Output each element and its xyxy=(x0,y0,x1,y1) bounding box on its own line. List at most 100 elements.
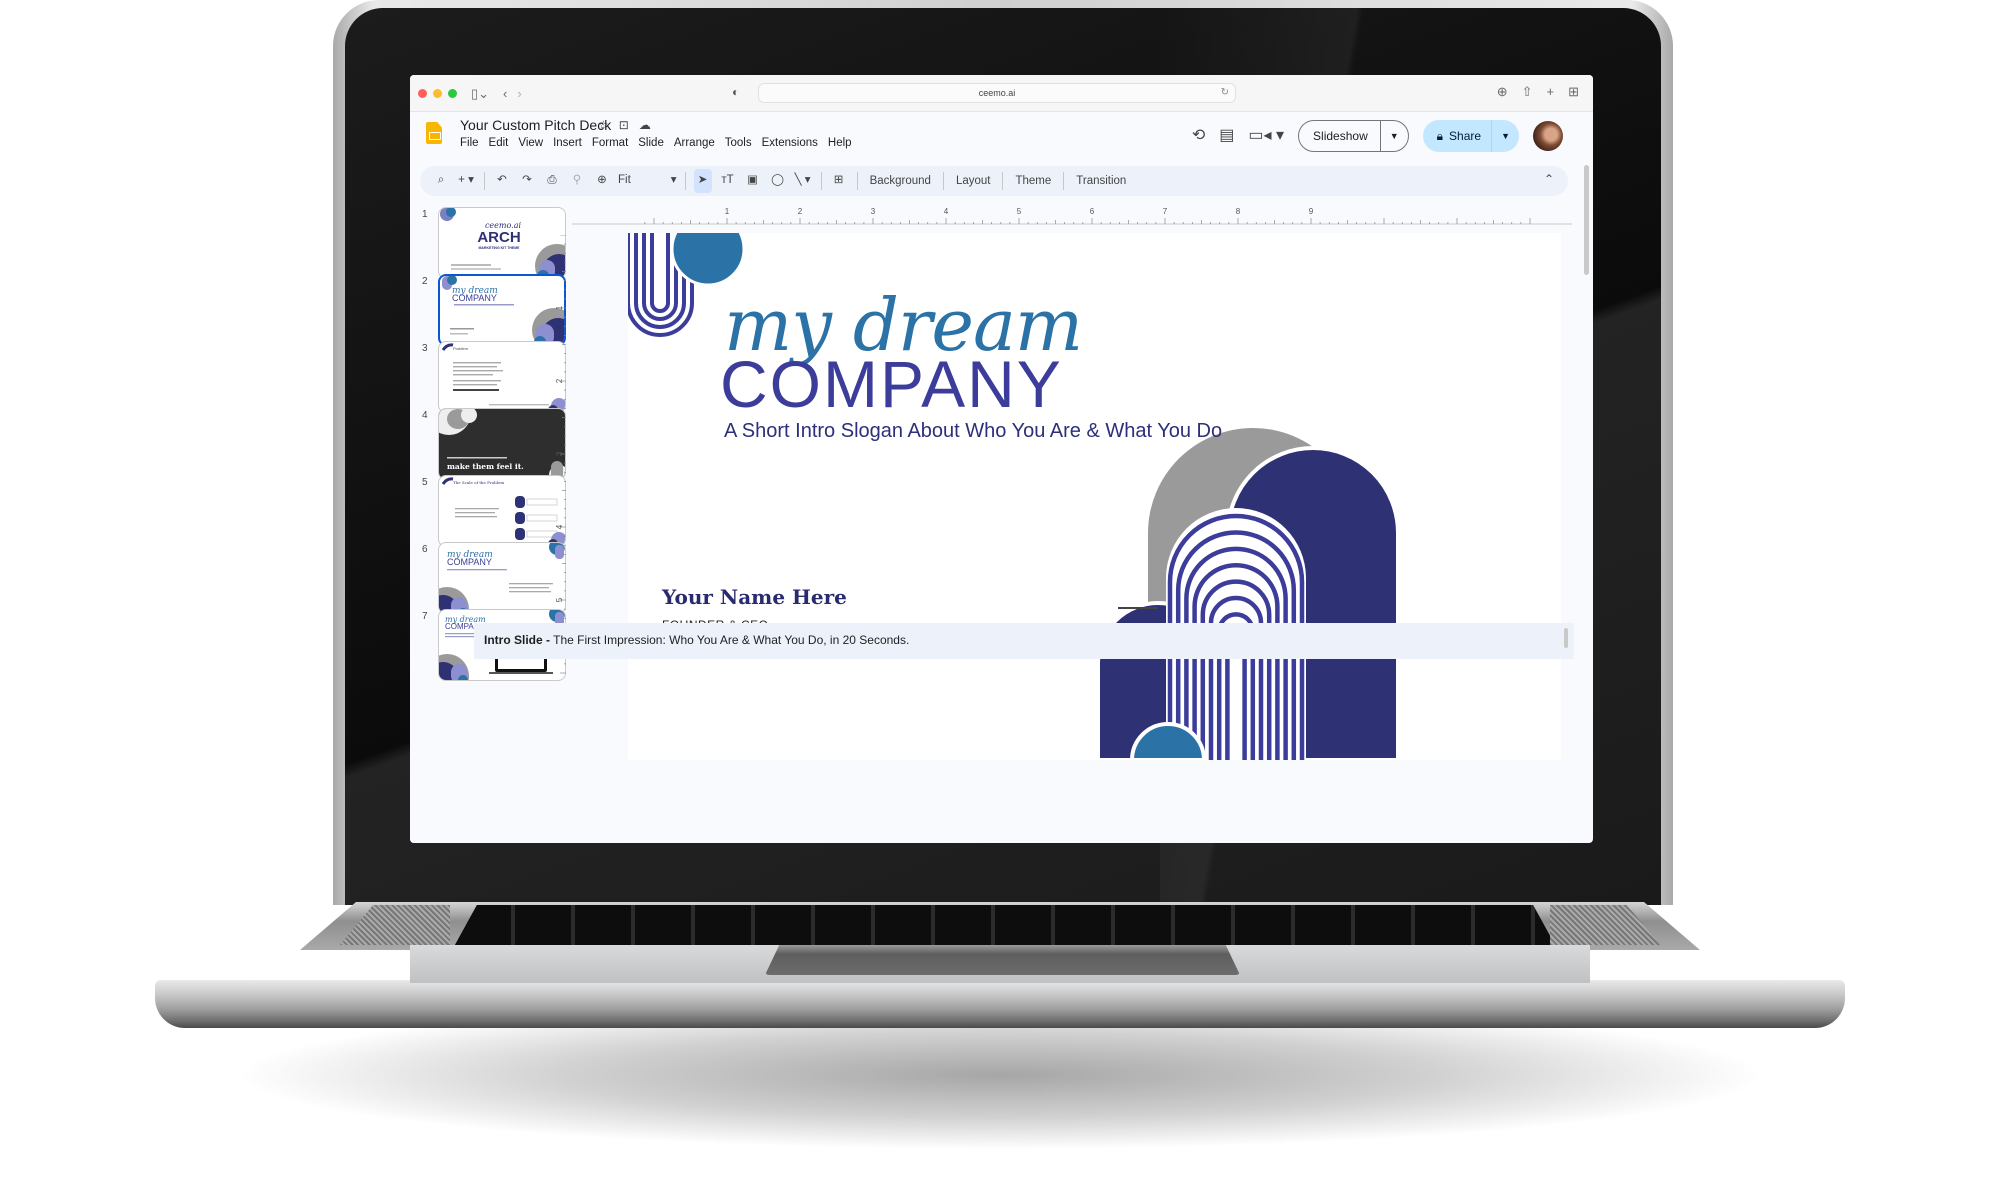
browser-toolbar: ▯⌄ ‹ › ◐ ceemo.ai ↻ ⊕ ⇧ + ⊞ xyxy=(410,75,1593,112)
zoom-value: Fit xyxy=(618,174,631,187)
toolbar-divider xyxy=(942,172,944,190)
notes-scrollbar[interactable] xyxy=(1564,628,1568,648)
comments-icon[interactable]: ▤ xyxy=(1219,128,1234,144)
ruler-label: 6 xyxy=(1090,207,1095,216)
menu-tools[interactable]: Tools xyxy=(725,137,752,149)
downloads-icon[interactable]: ⊕ xyxy=(1497,84,1508,100)
print-icon[interactable]: ⎙ xyxy=(543,169,561,193)
star-icon[interactable]: ☆ xyxy=(598,118,609,132)
add-comment-icon[interactable]: ⊞ xyxy=(830,169,848,193)
speaker-notes[interactable]: Intro Slide - The First Impression: Who … xyxy=(474,623,1574,659)
shape-icon[interactable]: ◯ xyxy=(769,169,787,193)
menu-view[interactable]: View xyxy=(518,137,543,149)
select-tool-icon[interactable]: ➤ xyxy=(693,169,712,193)
ruler-label: 5 xyxy=(555,597,564,602)
version-history-icon[interactable]: ⟲ xyxy=(1192,128,1205,144)
menu-format[interactable]: Format xyxy=(592,137,628,149)
cloud-saved-icon[interactable]: ☁ xyxy=(639,118,651,132)
share-page-icon[interactable]: ⇧ xyxy=(1522,84,1533,100)
share-dropdown-icon[interactable]: ▼ xyxy=(1492,131,1519,141)
presenter-name[interactable]: Your Name Here xyxy=(662,585,847,609)
slide-thumbnail[interactable]: Problem xyxy=(438,341,566,413)
meet-camera-icon[interactable]: ▭◂ ▾ xyxy=(1248,128,1284,144)
line-icon[interactable]: ╲ ▾ xyxy=(794,169,812,193)
slide-title-caps[interactable]: COMPANY xyxy=(720,346,1063,422)
ruler-label: 4 xyxy=(944,207,949,216)
slide-number: 5 xyxy=(422,477,428,488)
window-controls xyxy=(418,88,457,98)
slide-thumbnail-active[interactable]: my dream COMPANY xyxy=(438,274,566,346)
slide-slogan[interactable]: A Short Intro Slogan About Who You Are &… xyxy=(724,420,1222,443)
menu-insert[interactable]: Insert xyxy=(553,137,582,149)
app-header: Your Custom Pitch Deck ☆ ⊡ ☁ File Edit V… xyxy=(410,113,1593,159)
tab-overview-icon[interactable]: ⊞ xyxy=(1568,84,1579,100)
ruler-label: 5 xyxy=(1017,207,1022,216)
filmstrip-item[interactable]: 6 my dream COMPANY xyxy=(422,542,566,614)
address-bar[interactable]: ceemo.ai ↻ xyxy=(758,83,1236,103)
laptop-mockup-scene: ▯⌄ ‹ › ◐ ceemo.ai ↻ ⊕ ⇧ + ⊞ Your Custom … xyxy=(0,0,2000,1183)
background-button[interactable]: Background xyxy=(870,175,931,187)
filmstrip-item[interactable]: 3 Problem xyxy=(422,341,566,413)
slide-thumbnail[interactable]: ceemo.ai ARCH MARKETING KIT THEME xyxy=(438,207,566,279)
menu-slide[interactable]: Slide xyxy=(638,137,664,149)
menu-extensions[interactable]: Extensions xyxy=(762,137,818,149)
menu-file[interactable]: File xyxy=(460,137,479,149)
layout-button[interactable]: Layout xyxy=(956,175,991,187)
user-avatar[interactable] xyxy=(1533,121,1563,151)
text-box-icon[interactable]: ᴛT xyxy=(719,169,737,193)
slide-thumbnail[interactable]: my dream COMPANY xyxy=(438,542,566,614)
zoom-select[interactable]: Fit ▾ xyxy=(618,169,677,193)
bottom-right-arch-decoration xyxy=(1096,428,1400,760)
slides-logo-icon[interactable] xyxy=(426,122,442,144)
redo-icon[interactable]: ↷ xyxy=(518,169,536,193)
filmstrip-item[interactable]: 1 ceemo.ai ARCH MARKETING KIT THEME xyxy=(422,207,566,279)
ruler-label: 3 xyxy=(555,451,564,456)
slide-thumbnail[interactable]: make them feel it. xyxy=(438,408,566,480)
notes-text: The First Impression: Who You Are & What… xyxy=(550,633,910,647)
slide-thumbnail[interactable]: The Scale of the Problem xyxy=(438,475,566,547)
zoom-dropdown-icon: ▾ xyxy=(670,174,677,187)
menu-arrange[interactable]: Arrange xyxy=(674,137,715,149)
slideshow-label[interactable]: Slideshow xyxy=(1299,121,1381,151)
close-window-button[interactable] xyxy=(418,88,427,98)
svg-text:COMPANY: COMPANY xyxy=(447,557,492,567)
document-title[interactable]: Your Custom Pitch Deck xyxy=(460,117,611,133)
page-scrollbar[interactable] xyxy=(1584,165,1589,275)
filmstrip-item[interactable]: 5 The Scale of the Problem xyxy=(422,475,566,547)
insert-image-icon[interactable]: ▣ xyxy=(744,169,762,193)
menu-edit[interactable]: Edit xyxy=(489,137,509,149)
zoom-window-button[interactable] xyxy=(448,88,457,98)
move-folder-icon[interactable]: ⊡ xyxy=(619,118,629,132)
search-menus-icon[interactable]: ⌕ xyxy=(432,169,450,193)
slide-number: 4 xyxy=(422,410,428,421)
notes-resize-handle[interactable] xyxy=(1118,607,1158,609)
toolbar-divider xyxy=(856,172,858,190)
thumb-title: make them feel it. xyxy=(447,462,524,471)
reload-icon[interactable]: ↻ xyxy=(1221,84,1229,102)
theme-button[interactable]: Theme xyxy=(1015,175,1051,187)
transition-button[interactable]: Transition xyxy=(1076,175,1126,187)
paint-format-icon[interactable]: ⚲ xyxy=(568,169,586,193)
back-icon[interactable]: ‹ xyxy=(503,87,507,100)
filmstrip-item[interactable]: 4 make them feel it. xyxy=(422,408,566,480)
sidebar-toggle-icon[interactable]: ▯⌄ xyxy=(471,87,489,100)
url-text: ceemo.ai xyxy=(978,88,1016,98)
privacy-shield-icon[interactable]: ◐ xyxy=(732,85,739,99)
slideshow-dropdown-icon[interactable]: ▼ xyxy=(1381,131,1408,141)
forward-icon[interactable]: › xyxy=(517,87,521,100)
toolbar-divider xyxy=(820,172,822,190)
undo-icon[interactable]: ↶ xyxy=(493,169,511,193)
ruler-label: 4 xyxy=(555,524,564,529)
share-main[interactable]: 🔒︎ Share xyxy=(1423,120,1493,152)
share-button[interactable]: 🔒︎ Share ▼ xyxy=(1422,120,1519,152)
filmstrip-item[interactable]: 2 my dream COMPANY xyxy=(422,274,566,346)
horizontal-ruler[interactable]: 1 2 3 4 5 6 7 8 9 xyxy=(572,200,1572,230)
menu-help[interactable]: Help xyxy=(828,137,852,149)
zoom-icon[interactable]: ⊕ xyxy=(593,169,611,193)
minimize-window-button[interactable] xyxy=(433,88,442,98)
slide-canvas[interactable]: my dream COMPANY A Short Intro Slogan Ab… xyxy=(628,233,1561,760)
new-slide-icon[interactable]: + ▾ xyxy=(457,169,475,193)
new-tab-icon[interactable]: + xyxy=(1547,84,1555,100)
slideshow-button[interactable]: Slideshow ▼ xyxy=(1298,120,1409,152)
collapse-toolbar-icon[interactable]: ⌃ xyxy=(1544,172,1554,186)
